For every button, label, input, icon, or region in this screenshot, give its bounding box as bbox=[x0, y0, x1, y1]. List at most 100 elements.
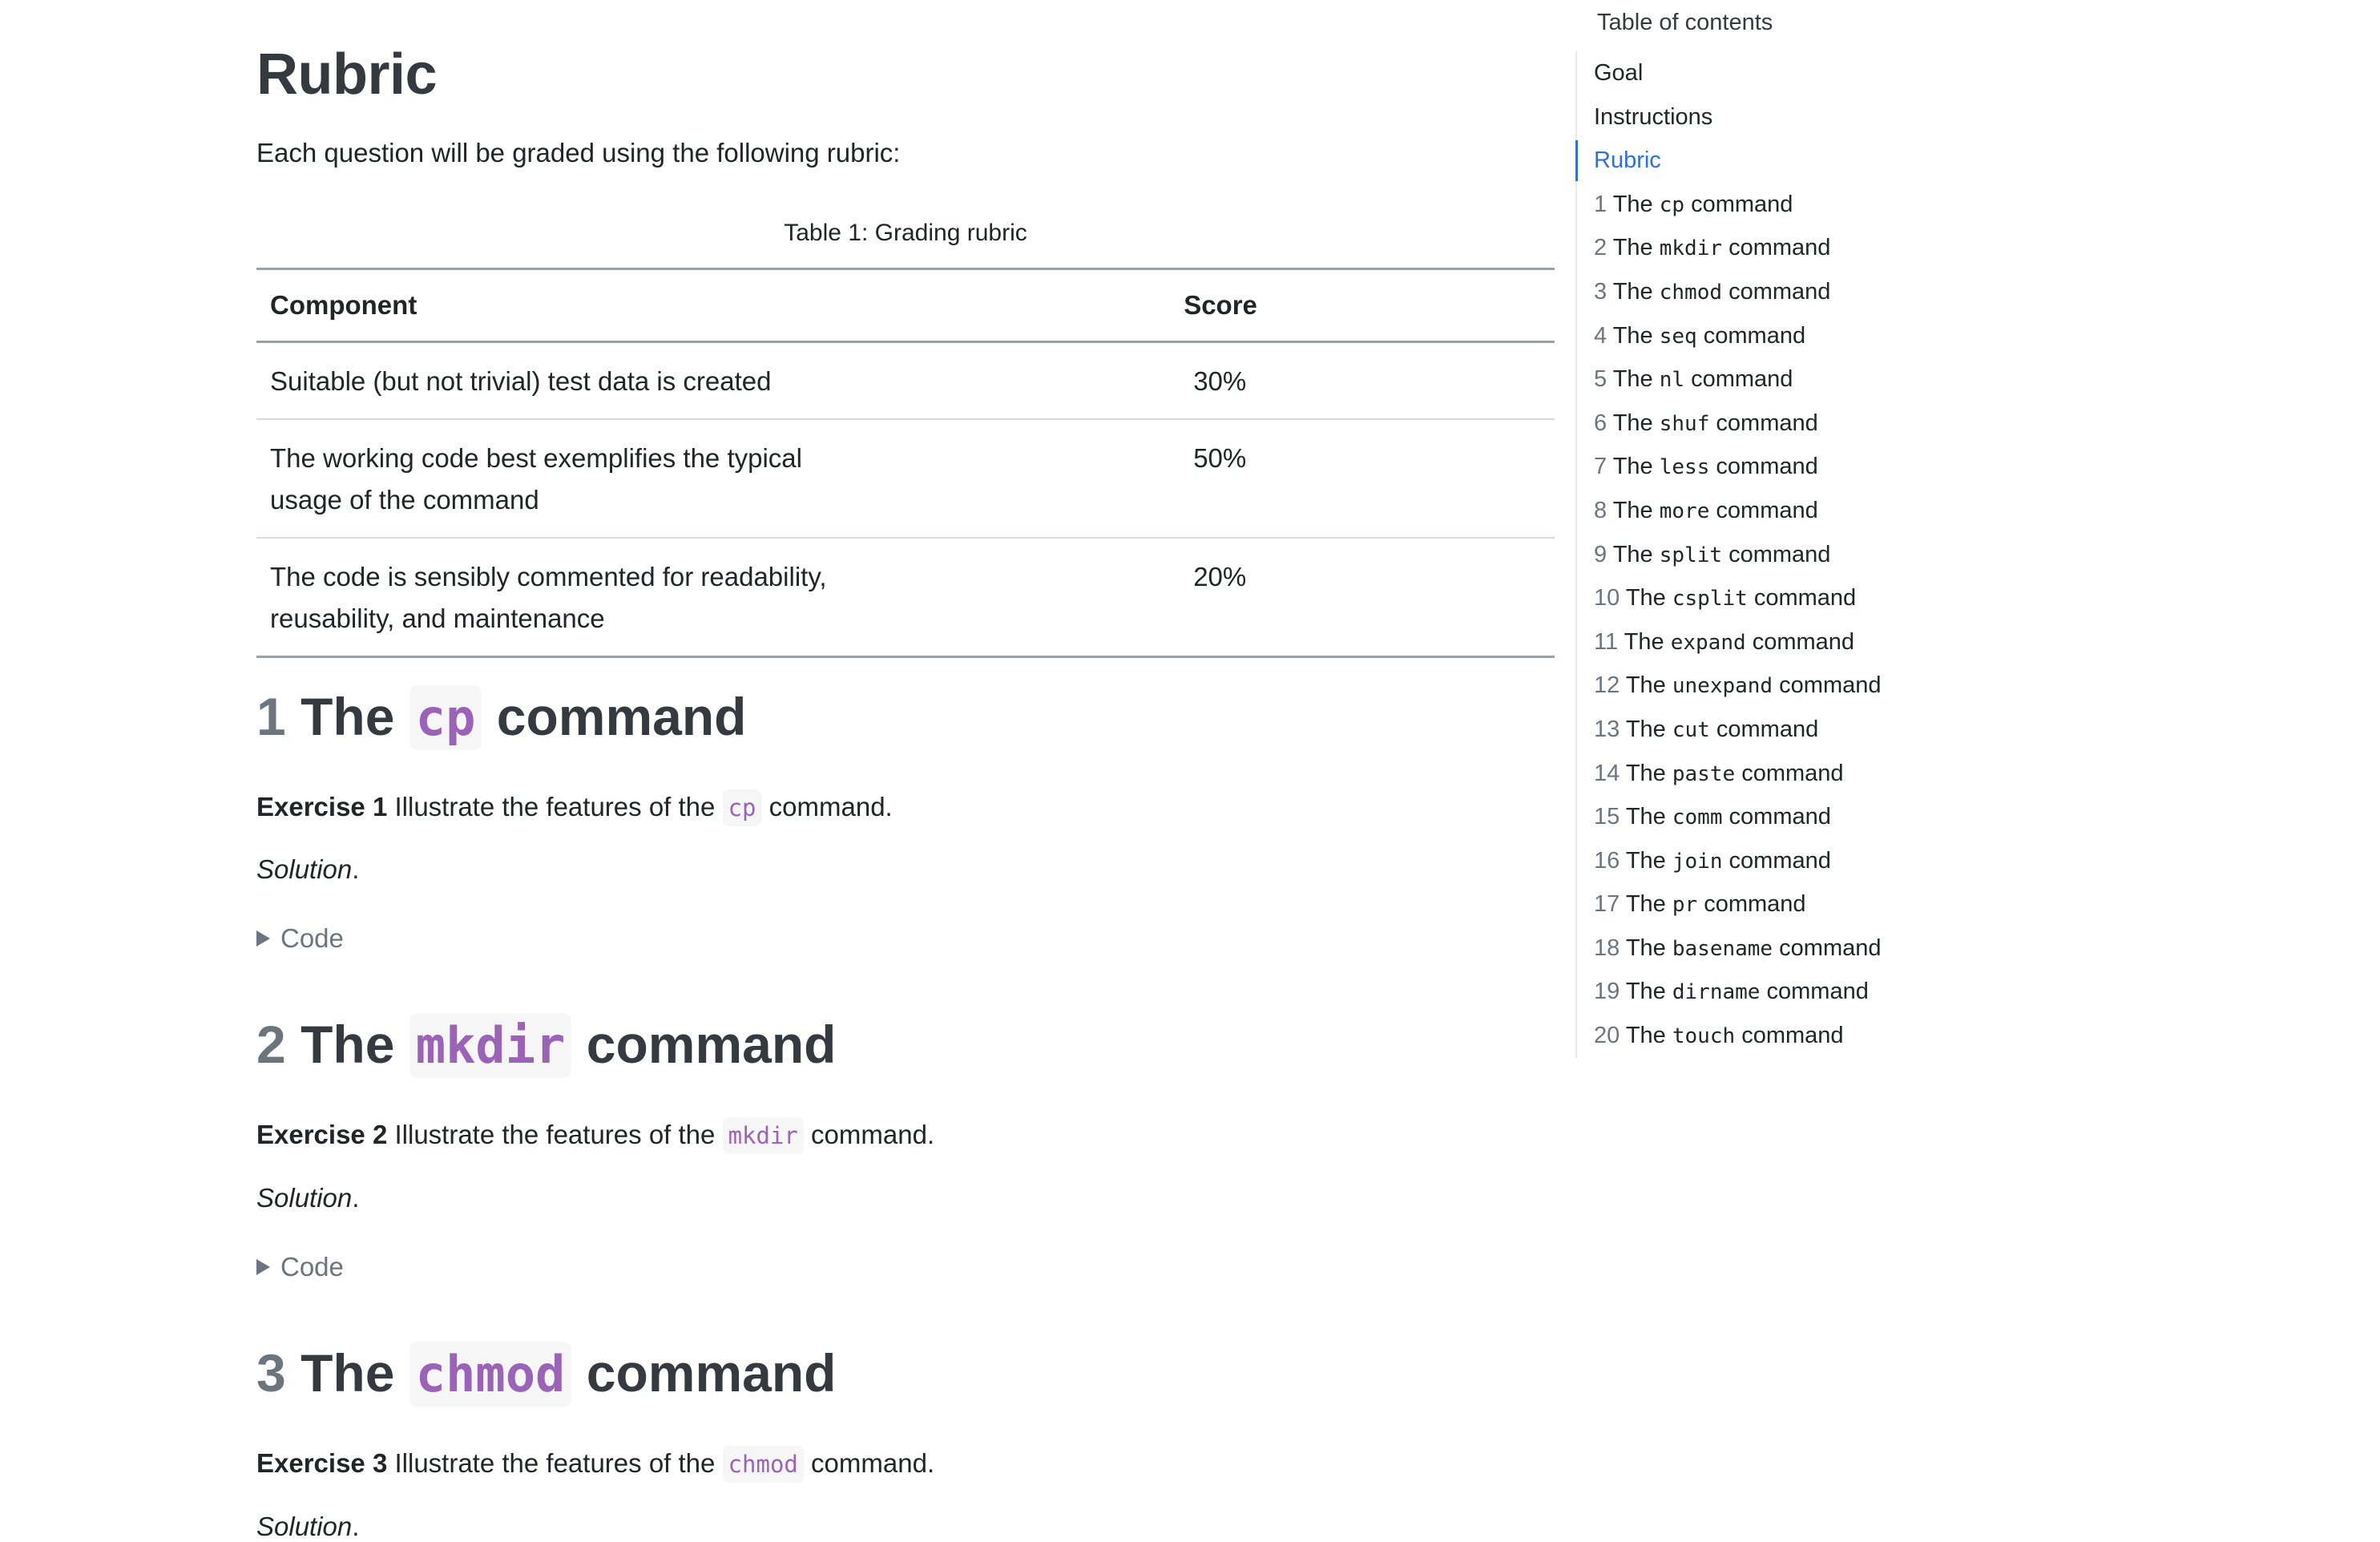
toc-number: 18 bbox=[1594, 934, 1620, 961]
toc-number: 3 bbox=[1594, 278, 1608, 305]
section-number: 2 bbox=[256, 1015, 286, 1074]
toc-number: 11 bbox=[1594, 628, 1619, 655]
inline-code: chmod bbox=[722, 1446, 804, 1483]
solution-label: Solution. bbox=[256, 854, 360, 884]
toc-command-code: paste bbox=[1672, 761, 1736, 786]
toc-item-shuf[interactable]: 6 The shuf command bbox=[1577, 402, 2106, 446]
toc-list: Goal Instructions Rubric 1 The cp comman… bbox=[1575, 51, 2106, 1058]
toc-item-pr[interactable]: 17 The pr command bbox=[1577, 882, 2106, 926]
section-heading: 2 The mkdir command bbox=[256, 1011, 1555, 1078]
inline-code: cp bbox=[722, 789, 762, 826]
table-row: The working code best exemplifies the ty… bbox=[256, 419, 1555, 538]
table-header-row: Component Score bbox=[256, 268, 1555, 342]
toc-item-mkdir[interactable]: 2 The mkdir command bbox=[1577, 226, 2106, 270]
rubric-table: Component Score Suitable (but not trivia… bbox=[256, 268, 1555, 658]
toc-command-code: csplit bbox=[1672, 587, 1748, 612]
toc-item-csplit[interactable]: 10 The csplit command bbox=[1577, 576, 2106, 620]
exercise-label: Exercise 3 bbox=[256, 1448, 388, 1478]
toc-item-cut[interactable]: 13 The cut command bbox=[1577, 708, 2106, 752]
command-code: chmod bbox=[409, 1342, 572, 1407]
toc-command-code: pr bbox=[1672, 893, 1698, 918]
section-heading: 1 The cp command bbox=[256, 684, 1555, 750]
score-cell: 50% bbox=[1193, 443, 1247, 473]
inline-code: mkdir bbox=[722, 1117, 804, 1154]
toc-number: 4 bbox=[1594, 322, 1608, 349]
toc-number: 9 bbox=[1594, 541, 1608, 567]
score-cell: 30% bbox=[1193, 366, 1247, 396]
disclosure-triangle-icon bbox=[256, 930, 270, 947]
toc-item-goal[interactable]: Goal bbox=[1577, 51, 2106, 95]
toc-item-rubric[interactable]: Rubric bbox=[1575, 139, 2106, 183]
toc-command-code: cut bbox=[1672, 717, 1710, 742]
toc-item-unexpand[interactable]: 12 The unexpand command bbox=[1577, 664, 2106, 708]
toc-item-basename[interactable]: 18 The basename command bbox=[1577, 926, 2106, 971]
section-chmod: 3 The chmod command bbox=[256, 1340, 1555, 1407]
toc-number: 5 bbox=[1594, 366, 1608, 393]
toc-command-code: mkdir bbox=[1659, 236, 1723, 261]
column-header-component: Component bbox=[270, 290, 418, 320]
toc-command-code: less bbox=[1659, 455, 1710, 480]
rubric-intro: Each question will be graded using the f… bbox=[256, 138, 901, 168]
page-title: Rubric bbox=[256, 42, 438, 107]
toc-command-code: nl bbox=[1659, 368, 1685, 393]
toc-command-code: join bbox=[1672, 849, 1723, 874]
toc-number: 19 bbox=[1594, 979, 1620, 1005]
table-row: Suitable (but not trivial) test data is … bbox=[256, 342, 1555, 419]
section-cp: 1 The cp command bbox=[256, 684, 1555, 750]
table-row: The code is sensibly commented for reada… bbox=[256, 538, 1555, 657]
toc-number: 16 bbox=[1594, 847, 1620, 874]
toc-item-seq[interactable]: 4 The seq command bbox=[1577, 314, 2106, 358]
exercise-label: Exercise 2 bbox=[256, 1120, 388, 1149]
toc-item-dirname[interactable]: 19 The dirname command bbox=[1577, 970, 2106, 1014]
section-mkdir: 2 The mkdir command bbox=[256, 1011, 1555, 1078]
toc-number: 12 bbox=[1594, 672, 1620, 699]
toc-command-code: more bbox=[1659, 499, 1710, 523]
toc-command-code: dirname bbox=[1672, 980, 1761, 1005]
section-heading: 3 The chmod command bbox=[256, 1340, 1555, 1407]
component-cell: The working code best exemplifies the ty… bbox=[270, 443, 802, 515]
exercise-text: Exercise 2 Illustrate the features of th… bbox=[256, 1114, 934, 1156]
table-caption: Table 1: Grading rubric bbox=[784, 220, 1027, 246]
toc-number: 13 bbox=[1594, 716, 1620, 742]
toc-number: 15 bbox=[1594, 804, 1620, 830]
code-fold-toggle[interactable]: Code bbox=[256, 1252, 344, 1282]
toc-command-code: seq bbox=[1659, 324, 1697, 349]
toc-item-split[interactable]: 9 The split command bbox=[1577, 533, 2106, 577]
toc-item-more[interactable]: 8 The more command bbox=[1577, 489, 2106, 533]
toc-item-instructions[interactable]: Instructions bbox=[1577, 95, 2106, 139]
toc-number: 20 bbox=[1594, 1023, 1620, 1049]
toc-item-touch[interactable]: 20 The touch command bbox=[1577, 1014, 2106, 1058]
toc-item-paste[interactable]: 14 The paste command bbox=[1577, 752, 2106, 796]
solution-label: Solution. bbox=[256, 1183, 360, 1213]
toc-number: 17 bbox=[1594, 891, 1620, 918]
toc-title: Table of contents bbox=[1597, 10, 1773, 35]
toc-item-chmod[interactable]: 3 The chmod command bbox=[1577, 270, 2106, 314]
toc-item-comm[interactable]: 15 The comm command bbox=[1577, 795, 2106, 839]
solution-label: Solution. bbox=[256, 1512, 360, 1541]
section-number: 3 bbox=[256, 1343, 286, 1403]
toc-item-expand[interactable]: 11 The expand command bbox=[1577, 620, 2106, 664]
component-cell: The code is sensibly commented for reada… bbox=[270, 562, 827, 633]
toc-number: 8 bbox=[1594, 497, 1608, 523]
toc-item-less[interactable]: 7 The less command bbox=[1577, 445, 2106, 489]
section-number: 1 bbox=[256, 687, 286, 746]
disclosure-triangle-icon bbox=[256, 1259, 270, 1275]
toc-number: 6 bbox=[1594, 410, 1608, 436]
toc-number: 10 bbox=[1594, 585, 1620, 612]
toc-command-code: touch bbox=[1672, 1024, 1736, 1049]
toc-item-nl[interactable]: 5 The nl command bbox=[1577, 357, 2106, 402]
column-header-score: Score bbox=[1184, 290, 1257, 320]
toc-number: 2 bbox=[1594, 235, 1608, 261]
toc-item-cp[interactable]: 1 The cp command bbox=[1577, 183, 2106, 227]
toc-item-join[interactable]: 16 The join command bbox=[1577, 839, 2106, 883]
toc-command-code: basename bbox=[1672, 936, 1773, 961]
command-code: cp bbox=[409, 685, 482, 750]
toc-number: 14 bbox=[1594, 760, 1620, 786]
toc-number: 7 bbox=[1594, 454, 1608, 480]
toc-command-code: cp bbox=[1659, 192, 1685, 217]
command-code: mkdir bbox=[409, 1013, 572, 1078]
toc-command-code: expand bbox=[1670, 630, 1746, 655]
toc-command-code: comm bbox=[1672, 805, 1723, 830]
toc-command-code: unexpand bbox=[1672, 674, 1773, 699]
code-fold-toggle[interactable]: Code bbox=[256, 923, 344, 954]
